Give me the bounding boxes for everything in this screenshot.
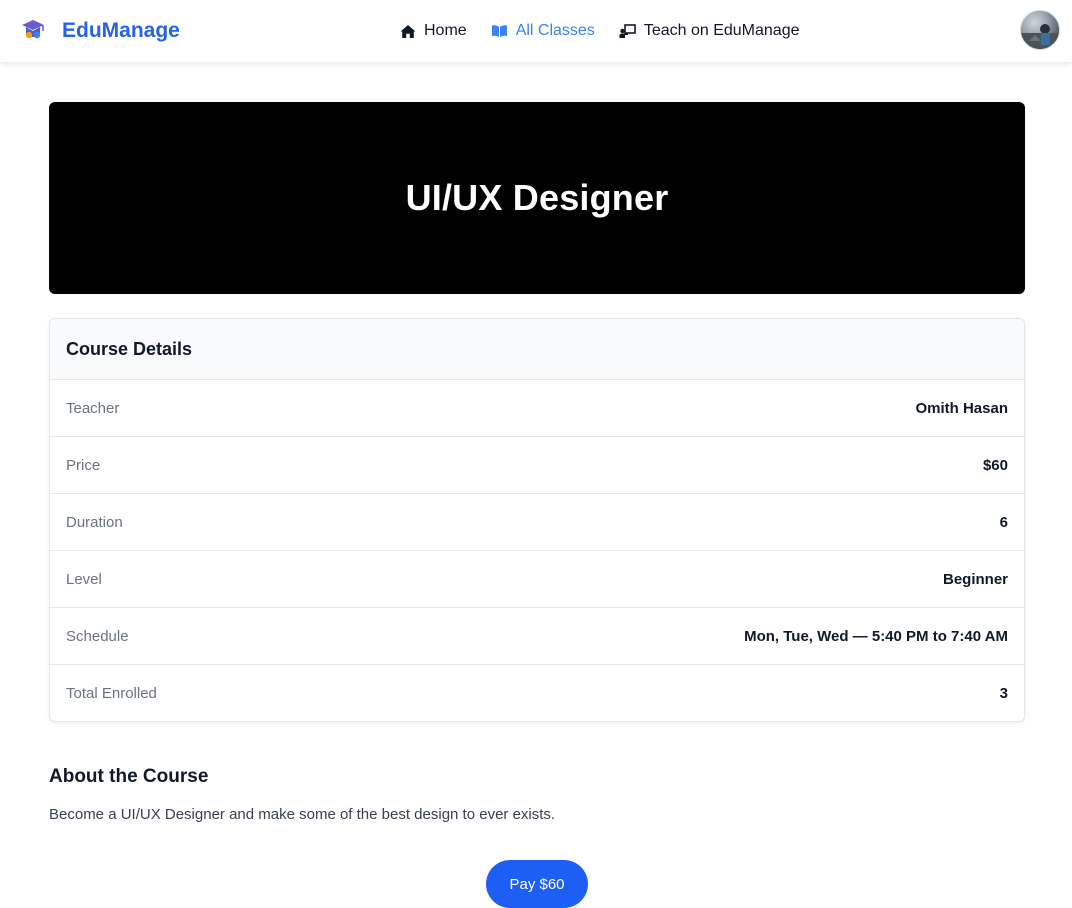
- course-hero-banner: UI/UX Designer: [49, 102, 1025, 294]
- detail-label: Level: [66, 570, 102, 588]
- brand-logo-link[interactable]: EduManage: [20, 16, 180, 46]
- detail-value: 6: [999, 513, 1008, 531]
- detail-value: Mon, Tue, Wed — 5:40 PM to 7:40 AM: [744, 627, 1008, 645]
- top-navbar: EduManage Home All Classes Teach on EduM…: [0, 0, 1072, 62]
- detail-value: 3: [999, 685, 1008, 702]
- nav-link-teach-label: Teach on EduManage: [643, 22, 800, 39]
- nav-link-home-label: Home: [424, 22, 467, 39]
- detail-row-level: Level Beginner: [50, 551, 1024, 608]
- about-course-heading: About the Course: [49, 766, 209, 787]
- course-title: UI/UX Designer: [405, 177, 669, 218]
- course-details-header: Course Details: [50, 319, 1024, 380]
- about-course-description: Become a UI/UX Designer and make some of…: [49, 806, 556, 823]
- detail-row-total-enrolled: Total Enrolled 3: [50, 665, 1024, 721]
- detail-row-teacher: Teacher Omith Hasan: [50, 380, 1024, 437]
- user-avatar[interactable]: [1020, 10, 1060, 50]
- nav-link-all-classes[interactable]: All Classes: [491, 22, 595, 40]
- detail-label: Schedule: [66, 627, 129, 645]
- teacher-board-icon: [619, 23, 636, 39]
- nav-link-home[interactable]: Home: [400, 22, 467, 40]
- detail-value: $60: [982, 456, 1008, 474]
- detail-label: Total Enrolled: [66, 685, 157, 702]
- nav-link-teach[interactable]: Teach on EduManage: [619, 22, 800, 40]
- book-open-icon: [491, 24, 508, 38]
- detail-label: Duration: [66, 513, 123, 531]
- graduation-cap-icon: [20, 16, 46, 47]
- detail-label: Price: [66, 456, 101, 474]
- pay-button[interactable]: Pay $60: [486, 860, 588, 908]
- detail-value: Omith Hasan: [915, 399, 1008, 417]
- nav-link-all-classes-label: All Classes: [515, 22, 595, 39]
- detail-row-schedule: Schedule Mon, Tue, Wed — 5:40 PM to 7:40…: [50, 608, 1024, 665]
- detail-value: Beginner: [942, 570, 1008, 588]
- home-icon: [400, 24, 416, 39]
- detail-row-duration: Duration 6: [50, 494, 1024, 551]
- main-nav: Home All Classes Teach on EduManage: [400, 18, 800, 44]
- detail-row-price: Price $60: [50, 437, 1024, 494]
- course-details-card: Course Details Teacher Omith Hasan Price…: [49, 318, 1025, 722]
- detail-label: Teacher: [66, 399, 120, 417]
- course-details-heading: Course Details: [66, 338, 193, 359]
- brand-name: EduManage: [62, 19, 180, 42]
